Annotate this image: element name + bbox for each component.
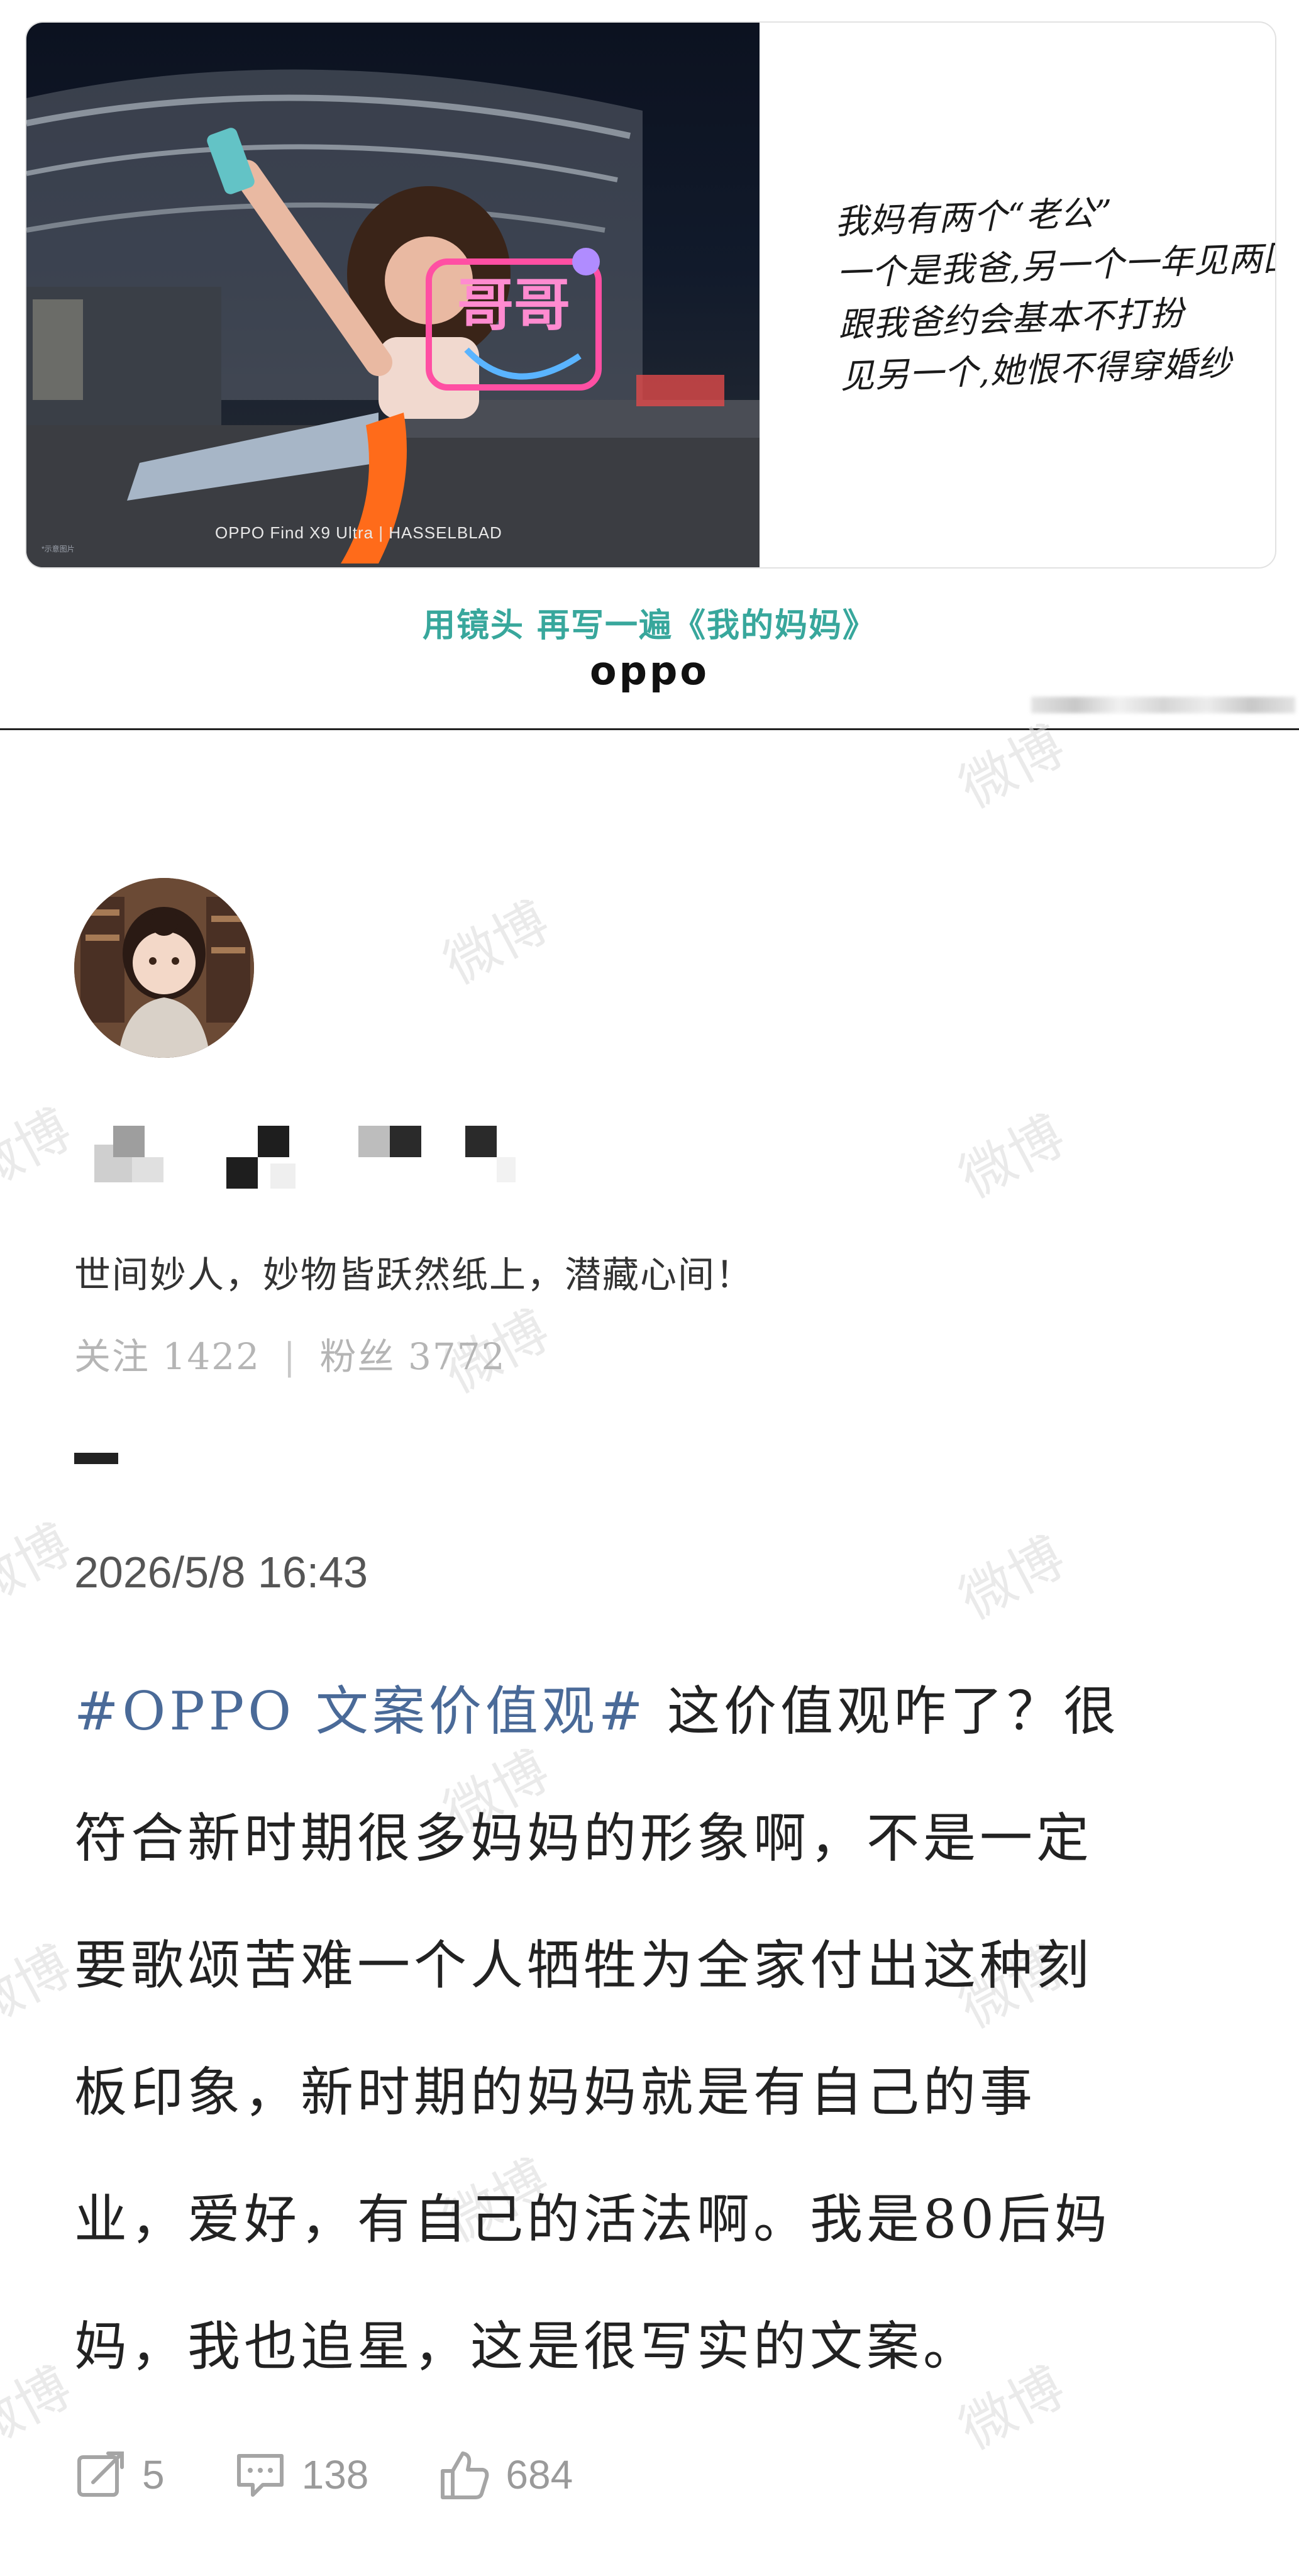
fans-label[interactable]: 粉丝 — [319, 1335, 395, 1378]
watermark: 微博 — [949, 1525, 1075, 1632]
watermark: 微博 — [949, 1104, 1075, 1211]
repost-icon — [77, 2451, 124, 2497]
fans-count[interactable]: 3772 — [408, 1335, 506, 1378]
following-count[interactable]: 1422 — [162, 1335, 260, 1378]
post-line: 要歌颂苦难一个人牺牲为全家付出这种刻 — [74, 1935, 1093, 1996]
ad-photo-illustration: 哥哥 — [26, 69, 760, 567]
comment-icon — [236, 2454, 284, 2497]
post-line: 符合新时期很多妈妈的形象啊，不是一定 — [74, 1807, 1093, 1869]
ad-card[interactable]: 哥哥 *示意图片 OPPO Find X9 Ultra | HASSELBLAD… — [25, 21, 1276, 569]
watermark: 微博 — [0, 1097, 82, 1204]
post-text: 这价值观咋了？很 — [646, 1680, 1120, 1742]
comment-button[interactable]: 138 — [234, 2448, 369, 2501]
ad-banner[interactable]: 哥哥 *示意图片 OPPO Find X9 Ultra | HASSELBLAD… — [0, 0, 1299, 730]
section-dash — [74, 1453, 118, 1464]
comment-count: 138 — [301, 2452, 369, 2497]
post-line: 业，爱好，有自己的活法啊。我是80后妈 — [74, 2189, 1111, 2250]
oppo-logo: oppo — [590, 648, 709, 694]
profile-stats: 关注 1422 | 粉丝 3772 — [74, 1327, 506, 1380]
repost-button[interactable]: 5 — [74, 2448, 165, 2501]
stats-separator: | — [283, 1335, 297, 1378]
ad-photo: 哥哥 *示意图片 OPPO Find X9 Ultra | HASSELBLAD — [26, 23, 760, 567]
thumbs-up-icon — [441, 2451, 489, 2499]
ad-divider — [0, 728, 1299, 730]
photo-footnote: *示意图片 — [41, 545, 75, 553]
post-body: #OPPO 文案价值观# 这价值观咋了？很 符合新时期很多妈妈的形象啊，不是一定… — [74, 1648, 1244, 2410]
blurred-text-strip — [1031, 697, 1295, 713]
ad-slogan: 用镜头 再写一遍《我的妈妈》 — [422, 607, 877, 645]
post-timestamp: 2026/5/8 16:43 — [74, 1548, 368, 1597]
hashtag-link[interactable]: #OPPO 文案价值观# — [74, 1680, 646, 1742]
profile-bio: 世间妙人，妙物皆跃然纸上，潜藏心间！ — [74, 1253, 754, 1296]
like-count: 684 — [506, 2452, 573, 2497]
like-button[interactable]: 684 — [438, 2448, 573, 2501]
watermark: 微博 — [0, 1934, 82, 2041]
watermark: 微博 — [434, 890, 560, 997]
post-line: 板印象，新时期的妈妈就是有自己的事 — [74, 2062, 1037, 2123]
ad-handwritten-copy: 我妈有两个“老公” 一个是我爸,另一个一年见两回 跟我爸约会基本不打扮 见另一个… — [834, 182, 1275, 403]
action-bar: 5 138 684 — [74, 2440, 642, 2509]
watermark: 微博 — [0, 2355, 82, 2462]
watermark: 微博 — [0, 1513, 82, 1619]
post-line: 妈，我也追星，这是很写实的文案。 — [74, 2316, 980, 2377]
neon-sign-text: 哥哥 — [457, 272, 570, 338]
username-redacted[interactable] — [94, 1119, 522, 1189]
avatar-illustration — [74, 878, 254, 1058]
avatar[interactable] — [74, 878, 254, 1058]
post-line: #OPPO 文案价值观# 这价值观咋了？很 — [74, 1648, 1244, 1775]
repost-count: 5 — [142, 2452, 165, 2497]
photo-caption: OPPO Find X9 Ultra | HASSELBLAD — [215, 523, 502, 542]
following-label[interactable]: 关注 — [74, 1335, 150, 1378]
